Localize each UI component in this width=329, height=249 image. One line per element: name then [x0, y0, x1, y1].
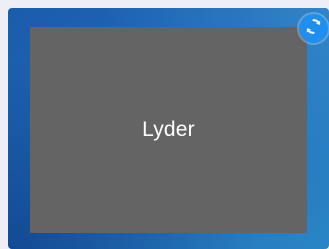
preview-area[interactable]: Lyder [30, 27, 307, 233]
preview-label: Lyder [142, 118, 195, 141]
refresh-icon [304, 17, 323, 41]
refresh-button[interactable] [299, 14, 328, 43]
sound-tile[interactable]: Lyder [8, 8, 329, 249]
